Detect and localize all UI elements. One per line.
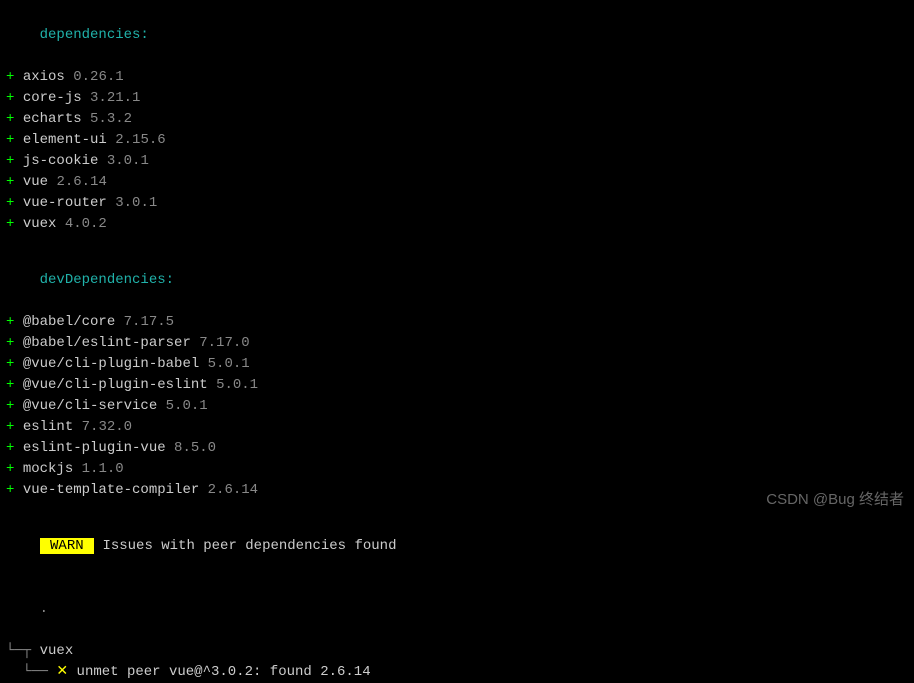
package-line: + mockjs 1.1.0 bbox=[6, 459, 908, 480]
plus-icon: + bbox=[6, 356, 14, 372]
tree-package: vuex bbox=[40, 643, 74, 659]
package-name: eslint bbox=[23, 419, 73, 435]
plus-icon: + bbox=[6, 377, 14, 393]
spacer bbox=[6, 235, 908, 249]
section-label: devDependencies: bbox=[40, 272, 174, 288]
plus-icon: + bbox=[6, 111, 14, 127]
package-name: @vue/cli-plugin-babel bbox=[23, 356, 199, 372]
package-version: 2.6.14 bbox=[56, 174, 106, 190]
package-line: + echarts 5.3.2 bbox=[6, 109, 908, 130]
package-name: @babel/core bbox=[23, 314, 115, 330]
package-version: 4.0.2 bbox=[65, 216, 107, 232]
package-line: + @vue/cli-plugin-eslint 5.0.1 bbox=[6, 375, 908, 396]
devdependencies-list: + @babel/core 7.17.5+ @babel/eslint-pars… bbox=[6, 312, 908, 501]
plus-icon: + bbox=[6, 90, 14, 106]
warn-message-text: Issues with peer dependencies found bbox=[102, 538, 396, 554]
package-name: @babel/eslint-parser bbox=[23, 335, 191, 351]
package-name: js-cookie bbox=[23, 153, 99, 169]
package-version: 7.17.5 bbox=[124, 314, 174, 330]
package-name: mockjs bbox=[23, 461, 73, 477]
package-line: + @vue/cli-service 5.0.1 bbox=[6, 396, 908, 417]
package-name: eslint-plugin-vue bbox=[23, 440, 166, 456]
package-version: 8.5.0 bbox=[174, 440, 216, 456]
package-version: 7.17.0 bbox=[199, 335, 249, 351]
package-version: 2.15.6 bbox=[115, 132, 165, 148]
plus-icon: + bbox=[6, 314, 14, 330]
package-version: 0.26.1 bbox=[73, 69, 123, 85]
plus-icon: + bbox=[6, 132, 14, 148]
package-line: + core-js 3.21.1 bbox=[6, 88, 908, 109]
package-line: + eslint 7.32.0 bbox=[6, 417, 908, 438]
tree-branch-1: └─┬ vuex bbox=[6, 641, 908, 662]
package-line: + vuex 4.0.2 bbox=[6, 214, 908, 235]
package-version: 3.21.1 bbox=[90, 90, 140, 106]
package-name: vue bbox=[23, 174, 48, 190]
package-version: 3.0.1 bbox=[115, 195, 157, 211]
package-line: + vue 2.6.14 bbox=[6, 172, 908, 193]
package-version: 5.0.1 bbox=[216, 377, 258, 393]
package-line: + vue-router 3.0.1 bbox=[6, 193, 908, 214]
unmet-marker: ✕ bbox=[56, 664, 68, 680]
package-name: axios bbox=[23, 69, 65, 85]
plus-icon: + bbox=[6, 174, 14, 190]
plus-icon: + bbox=[6, 335, 14, 351]
plus-icon: + bbox=[6, 69, 14, 85]
dependencies-list: + axios 0.26.1+ core-js 3.21.1+ echarts … bbox=[6, 67, 908, 235]
plus-icon: + bbox=[6, 153, 14, 169]
plus-icon: + bbox=[6, 482, 14, 498]
package-line: + axios 0.26.1 bbox=[6, 67, 908, 88]
plus-icon: + bbox=[6, 398, 14, 414]
devdependencies-header: devDependencies: bbox=[6, 249, 908, 312]
tree-prefix: └── bbox=[6, 664, 56, 680]
plus-icon: + bbox=[6, 195, 14, 211]
package-name: vue-template-compiler bbox=[23, 482, 199, 498]
plus-icon: + bbox=[6, 440, 14, 456]
package-name: core-js bbox=[23, 90, 82, 106]
section-label: dependencies: bbox=[40, 27, 149, 43]
tree-prefix: └─┬ bbox=[6, 643, 40, 659]
package-version: 5.0.1 bbox=[166, 398, 208, 414]
unmet-peer-text: unmet peer vue@^3.0.2: found 2.6.14 bbox=[68, 664, 370, 680]
package-line: + element-ui 2.15.6 bbox=[6, 130, 908, 151]
package-version: 5.0.1 bbox=[208, 356, 250, 372]
warning-dot: . bbox=[6, 578, 908, 641]
watermark: CSDN @Bug 终结者 bbox=[766, 489, 904, 512]
package-line: + js-cookie 3.0.1 bbox=[6, 151, 908, 172]
tree-branch-2: └── ✕ unmet peer vue@^3.0.2: found 2.6.1… bbox=[6, 662, 908, 683]
package-version: 7.32.0 bbox=[82, 419, 132, 435]
plus-icon: + bbox=[6, 419, 14, 435]
package-name: element-ui bbox=[23, 132, 107, 148]
terminal-output: dependencies: + axios 0.26.1+ core-js 3.… bbox=[6, 4, 908, 683]
plus-icon: + bbox=[6, 461, 14, 477]
package-name: vue-router bbox=[23, 195, 107, 211]
package-version: 1.1.0 bbox=[82, 461, 124, 477]
package-name: echarts bbox=[23, 111, 82, 127]
package-line: + @babel/core 7.17.5 bbox=[6, 312, 908, 333]
package-line: + @vue/cli-plugin-babel 5.0.1 bbox=[6, 354, 908, 375]
package-version: 5.3.2 bbox=[90, 111, 132, 127]
package-version: 3.0.1 bbox=[107, 153, 149, 169]
package-line: + eslint-plugin-vue 8.5.0 bbox=[6, 438, 908, 459]
package-line: + @babel/eslint-parser 7.17.0 bbox=[6, 333, 908, 354]
warning-line: WARN Issues with peer dependencies found bbox=[6, 515, 908, 578]
package-version: 2.6.14 bbox=[208, 482, 258, 498]
package-name: @vue/cli-service bbox=[23, 398, 157, 414]
plus-icon: + bbox=[6, 216, 14, 232]
warn-badge: WARN bbox=[40, 538, 94, 554]
warn-message bbox=[94, 538, 102, 554]
package-name: @vue/cli-plugin-eslint bbox=[23, 377, 208, 393]
dependencies-header: dependencies: bbox=[6, 4, 908, 67]
package-name: vuex bbox=[23, 216, 57, 232]
